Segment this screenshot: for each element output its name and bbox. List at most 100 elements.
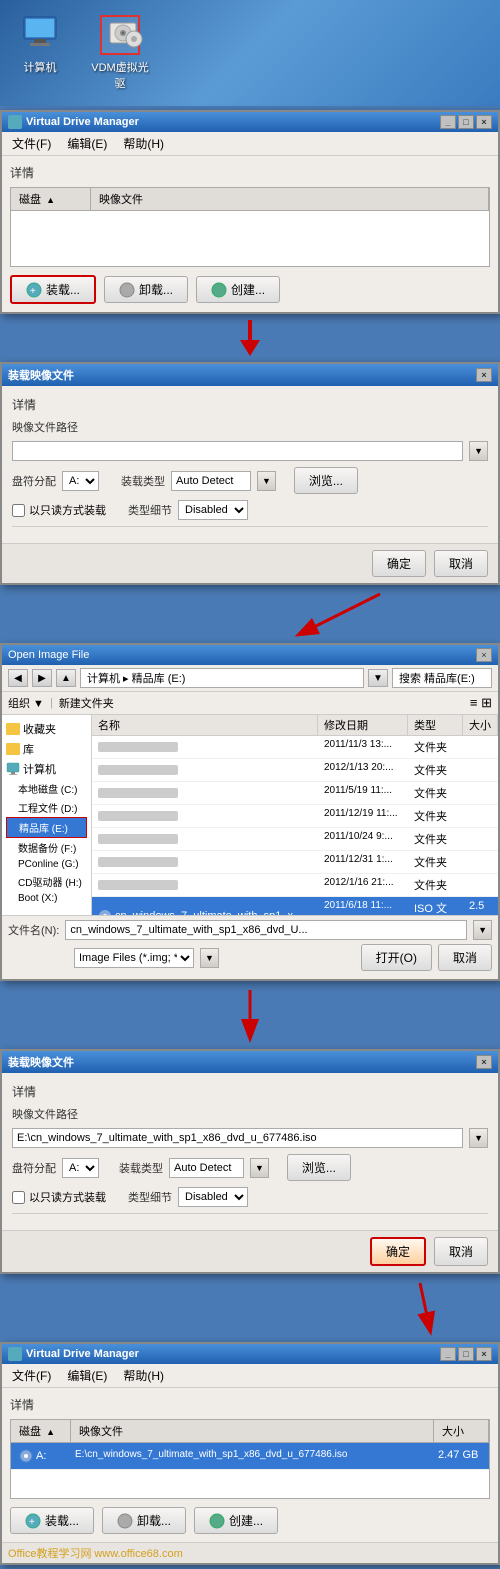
vdm-menu-bar: 文件(F) 编辑(E) 帮助(H) — [2, 132, 498, 156]
sort-arrow: ▲ — [46, 195, 55, 205]
maximize-button[interactable]: □ — [458, 115, 474, 129]
dialog2-type-display: Auto Detect — [169, 1158, 244, 1178]
blur-name — [98, 811, 178, 821]
drive-select[interactable]: A: — [62, 471, 99, 491]
vdm-final-minimize[interactable]: _ — [440, 1347, 456, 1361]
dialog1-cancel-btn[interactable]: 取消 — [434, 550, 488, 577]
folder-icon — [6, 723, 20, 735]
file-row-8[interactable]: cn_windows_7_ultimate_with_sp1_x... 2011… — [92, 897, 498, 915]
dialog2-btn-row: 确定 取消 — [2, 1230, 498, 1272]
menu-edit[interactable]: 编辑(E) — [63, 134, 111, 153]
sidebar-library[interactable]: 库 — [6, 739, 87, 759]
file-row-3[interactable]: 2011/5/19 11:... 文件夹 — [92, 782, 498, 805]
view-icons[interactable]: ≡ ⊞ — [470, 695, 492, 711]
dialog1-body: 详情 映像文件路径 ▼ 盘符分配 A: 装载类型 Auto Detect ▼ 浏… — [2, 386, 498, 543]
browse-button1[interactable]: 浏览... — [294, 467, 358, 494]
vdm-btn-row: + 装载... 卸载... 创建... — [10, 275, 490, 304]
file-dialog-close-btn[interactable]: × — [476, 648, 492, 662]
group-label[interactable]: 组织 ▼ — [8, 695, 44, 711]
col-name[interactable]: 名称 — [92, 715, 318, 735]
path-dropdown-btn[interactable]: ▼ — [469, 441, 488, 461]
final-unload-btn[interactable]: 卸载... — [102, 1507, 186, 1534]
vdm-final-menu-edit[interactable]: 编辑(E) — [63, 1366, 111, 1385]
filename-input[interactable] — [65, 920, 467, 940]
sidebar-g-drive[interactable]: PConline (G:) — [6, 857, 87, 872]
vdm-final-close[interactable]: × — [476, 1347, 492, 1361]
sidebar-e-drive[interactable]: 精品库 (E:) — [6, 817, 87, 838]
readonly-checkbox[interactable] — [12, 504, 25, 517]
open-button[interactable]: 打开(O) — [361, 944, 432, 971]
dialog2-title: 装载映像文件 — [8, 1054, 74, 1070]
unload-icon — [119, 282, 135, 298]
drive-label: 盘符分配 — [12, 473, 56, 489]
sidebar-c-drive[interactable]: 本地磁盘 (C:) — [6, 779, 87, 798]
close-button[interactable]: × — [476, 115, 492, 129]
file-cancel-btn[interactable]: 取消 — [438, 944, 492, 971]
sidebar-d-drive[interactable]: 工程文件 (D:) — [6, 798, 87, 817]
dialog2-type-dropdown[interactable]: ▼ — [250, 1158, 269, 1178]
vdm-final-menu-help[interactable]: 帮助(H) — [119, 1366, 168, 1385]
sidebar-h-drive[interactable]: CD驱动器 (H:) — [6, 872, 87, 891]
dialog2-close-btn[interactable]: × — [476, 1055, 492, 1069]
file-row-4[interactable]: 2011/12/19 11:... 文件夹 — [92, 805, 498, 828]
dialog2-path-dropdown[interactable]: ▼ — [469, 1128, 488, 1148]
file-row-2[interactable]: 2012/1/13 20:... 文件夹 — [92, 759, 498, 782]
dialog2-title-btns: × — [476, 1055, 492, 1069]
type-value-display: Auto Detect — [171, 471, 251, 491]
final-drive-row[interactable]: A: E:\cn_windows_7_ultimate_with_sp1_x86… — [11, 1443, 489, 1470]
new-folder-btn[interactable]: 新建文件夹 — [59, 695, 114, 711]
back-btn[interactable]: ◀ — [8, 669, 28, 687]
file-row-7[interactable]: 2012/1/16 21:... 文件夹 — [92, 874, 498, 897]
svg-text:+: + — [30, 286, 36, 297]
menu-file[interactable]: 文件(F) — [8, 134, 55, 153]
load-button[interactable]: + 装载... — [10, 275, 96, 304]
detail-node-select[interactable]: Disabled — [178, 500, 248, 520]
col-date[interactable]: 修改日期 — [318, 715, 408, 735]
dialog2-drive-select[interactable]: A: — [62, 1158, 99, 1178]
sidebar-favorites[interactable]: 收藏夹 — [6, 719, 87, 739]
sidebar-x-drive[interactable]: Boot (X:) — [6, 891, 87, 906]
filetype-dropdown[interactable]: ▼ — [200, 948, 219, 968]
path-input[interactable] — [12, 441, 463, 461]
col-type[interactable]: 类型 — [408, 715, 463, 735]
file-list-header: 名称 修改日期 类型 大小 — [92, 715, 498, 736]
file-row-5[interactable]: 2011/10/24 9:... 文件夹 — [92, 828, 498, 851]
filetype-select[interactable]: Image Files (*.img; *.it... — [74, 948, 194, 968]
file-row-1[interactable]: 2011/11/3 13:... 文件夹 — [92, 736, 498, 759]
dialog2-browse-btn[interactable]: 浏览... — [287, 1154, 351, 1181]
date-8: 2011/6/18 11:... — [318, 899, 408, 915]
dialog2-path-input[interactable] — [12, 1128, 463, 1148]
forward-btn[interactable]: ▶ — [32, 669, 52, 687]
vdm-desktop-icon[interactable]: VDM虚拟光驱 — [90, 15, 150, 91]
minimize-button[interactable]: _ — [440, 115, 456, 129]
dialog2-ok-btn[interactable]: 确定 — [370, 1237, 426, 1266]
filename-label: 文件名(N): — [8, 922, 59, 938]
dialog2-readonly-checkbox[interactable] — [12, 1191, 25, 1204]
final-load-btn[interactable]: + 装载... — [10, 1507, 94, 1534]
dialog1-ok-btn[interactable]: 确定 — [372, 550, 426, 577]
type-dropdown-btn[interactable]: ▼ — [257, 471, 276, 491]
dialog2-detail-node-select[interactable]: Disabled — [178, 1187, 248, 1207]
sidebar-f-drive[interactable]: 数据备份 (F:) — [6, 838, 87, 857]
computer-desktop-icon[interactable]: 计算机 — [10, 15, 70, 75]
vdm-final-menu-file[interactable]: 文件(F) — [8, 1366, 55, 1385]
up-btn[interactable]: ▲ — [56, 669, 76, 687]
vdm-final-restore[interactable]: □ — [458, 1347, 474, 1361]
file-row-6[interactable]: 2011/12/31 1:... 文件夹 — [92, 851, 498, 874]
path-dropdown-btn[interactable]: ▼ — [368, 669, 388, 687]
filetype-row: Image Files (*.img; *.it... ▼ 打开(O) 取消 — [8, 944, 492, 971]
create-button[interactable]: 创建... — [196, 276, 280, 303]
unload-button[interactable]: 卸载... — [104, 276, 188, 303]
type-5: 文件夹 — [408, 830, 463, 848]
final-create-btn[interactable]: 创建... — [194, 1507, 278, 1534]
filename-dropdown[interactable]: ▼ — [473, 920, 492, 940]
type-2: 文件夹 — [408, 761, 463, 779]
dialog1-close-btn[interactable]: × — [476, 368, 492, 382]
sidebar-computer[interactable]: 计算机 — [6, 759, 87, 779]
load-image-dialog2: 装载映像文件 × 详情 映像文件路径 ▼ 盘符分配 A: 装载类型 Auto D… — [0, 1049, 500, 1274]
dialog2-cancel-btn[interactable]: 取消 — [434, 1237, 488, 1266]
final-col-image: 映像文件 — [71, 1420, 434, 1442]
search-box[interactable]: 搜索 精品库(E:) — [392, 668, 492, 688]
col-size[interactable]: 大小 — [463, 715, 498, 735]
menu-help[interactable]: 帮助(H) — [119, 134, 168, 153]
